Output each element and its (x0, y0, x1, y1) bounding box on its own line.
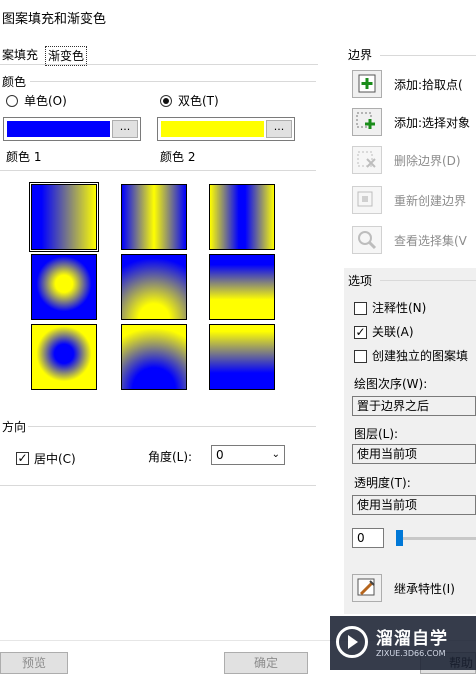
color1-label: 颜色 1 (6, 150, 42, 164)
boundaries-group-line (380, 55, 476, 56)
select-objects-button[interactable] (352, 108, 382, 136)
annotative-checkbox[interactable] (354, 302, 367, 315)
angle-label: 角度(L): (148, 450, 193, 464)
pick-point-icon (358, 74, 376, 93)
recreate-boundary-label: 重新创建边界 (394, 194, 467, 208)
transparency-dropdown[interactable]: 使用当前项 (352, 495, 476, 515)
select-objects-label: 添加:选择对象 (394, 116, 471, 130)
gradient-linear-swatch[interactable] (29, 182, 99, 252)
gradient-inverted-spherical-swatch[interactable] (31, 324, 97, 390)
recreate-boundary-button[interactable] (352, 186, 382, 214)
view-selections-button[interactable] (352, 226, 382, 254)
transparency-slider-thumb[interactable] (396, 530, 403, 546)
orientation-section-bottom-line (0, 485, 316, 486)
chevron-down-icon: ⌄ (271, 449, 280, 460)
layer-dropdown[interactable]: 使用当前项 (352, 444, 476, 464)
gradient-inverted-hemispherical-swatch[interactable] (121, 324, 187, 390)
color2-swatch (161, 121, 264, 137)
gradient-cylinder-swatch[interactable] (121, 184, 187, 250)
view-selections-icon (358, 231, 377, 250)
separate-hatches-label: 创建独立的图案填 (372, 349, 469, 363)
preview-button[interactable]: 预览 (0, 652, 68, 674)
select-objects-icon (356, 112, 375, 129)
orientation-group-line (28, 426, 316, 427)
draw-order-label: 绘图次序(W): (354, 377, 428, 391)
tab-gradient[interactable]: 渐变色 (45, 46, 88, 66)
recreate-boundary-icon (357, 191, 373, 207)
gradient-spherical-swatch[interactable] (31, 254, 97, 320)
inherit-brush-icon (357, 578, 375, 596)
remove-boundary-icon (357, 151, 376, 168)
watermark-subtitle: ZIXUE.3D66.COM (376, 649, 446, 658)
color1-field[interactable]: ... (3, 117, 141, 141)
options-group-line (380, 280, 476, 281)
layer-label: 图层(L): (354, 427, 399, 441)
gradient-inverted-curved-swatch[interactable] (209, 324, 275, 390)
single-color-label: 单色(O) (24, 94, 67, 108)
transparency-slider-track[interactable] (398, 537, 476, 540)
color-section-bottom-line (0, 170, 316, 171)
boundaries-group-label: 边界 (348, 48, 373, 62)
separate-hatches-checkbox[interactable] (354, 350, 367, 363)
orientation-group-label: 方向 (2, 420, 27, 434)
tab-strip-divider (0, 64, 318, 65)
color2-field[interactable]: ... (157, 117, 295, 141)
annotative-label: 注释性(N) (372, 301, 427, 315)
pick-point-button[interactable] (352, 70, 382, 98)
color2-browse-button[interactable]: ... (266, 120, 292, 138)
single-color-radio[interactable] (6, 95, 18, 107)
associative-label: 关联(A) (372, 325, 414, 339)
watermark-play-logo-icon (336, 626, 368, 658)
watermark: 溜溜自学 ZIXUE.3D66.COM (330, 616, 476, 670)
two-color-radio[interactable] (160, 95, 172, 107)
color1-browse-button[interactable]: ... (112, 120, 138, 138)
transparency-value-input[interactable]: 0 (352, 528, 384, 548)
angle-value: 0 (216, 448, 224, 462)
color2-label: 颜色 2 (160, 150, 196, 164)
watermark-title: 溜溜自学 (376, 629, 448, 649)
gradient-hemispherical-swatch[interactable] (121, 254, 187, 320)
gradient-inverted-cylinder-swatch[interactable] (209, 184, 275, 250)
associative-checkbox[interactable]: ✓ (354, 326, 367, 339)
window-title: 图案填充和渐变色 (2, 12, 107, 27)
title-bar[interactable]: 图案填充和渐变色 (0, 0, 476, 34)
pick-point-label: 添加:拾取点( (394, 78, 463, 92)
centered-checkbox[interactable]: ✓ (16, 452, 29, 465)
tab-hatch[interactable]: 案填充 (2, 46, 38, 64)
options-group-label: 选项 (348, 274, 373, 288)
transparency-label: 透明度(T): (354, 476, 411, 490)
ok-button[interactable]: 确定 (224, 652, 308, 674)
color-group-line (30, 81, 316, 82)
color-group-label: 颜色 (2, 75, 27, 89)
two-color-label: 双色(T) (178, 94, 219, 108)
centered-label: 居中(C) (34, 452, 76, 466)
remove-boundary-button[interactable] (352, 146, 382, 174)
inherit-properties-button[interactable] (352, 574, 382, 602)
remove-boundary-label: 删除边界(D) (394, 154, 461, 168)
draw-order-dropdown[interactable]: 置于边界之后 (352, 396, 476, 416)
gradient-curved-swatch[interactable] (209, 254, 275, 320)
inherit-properties-label: 继承特性(I) (394, 582, 455, 596)
view-selections-label: 查看选择集(V (394, 234, 467, 248)
color1-swatch (7, 121, 110, 137)
angle-dropdown[interactable]: 0 ⌄ (211, 445, 285, 465)
